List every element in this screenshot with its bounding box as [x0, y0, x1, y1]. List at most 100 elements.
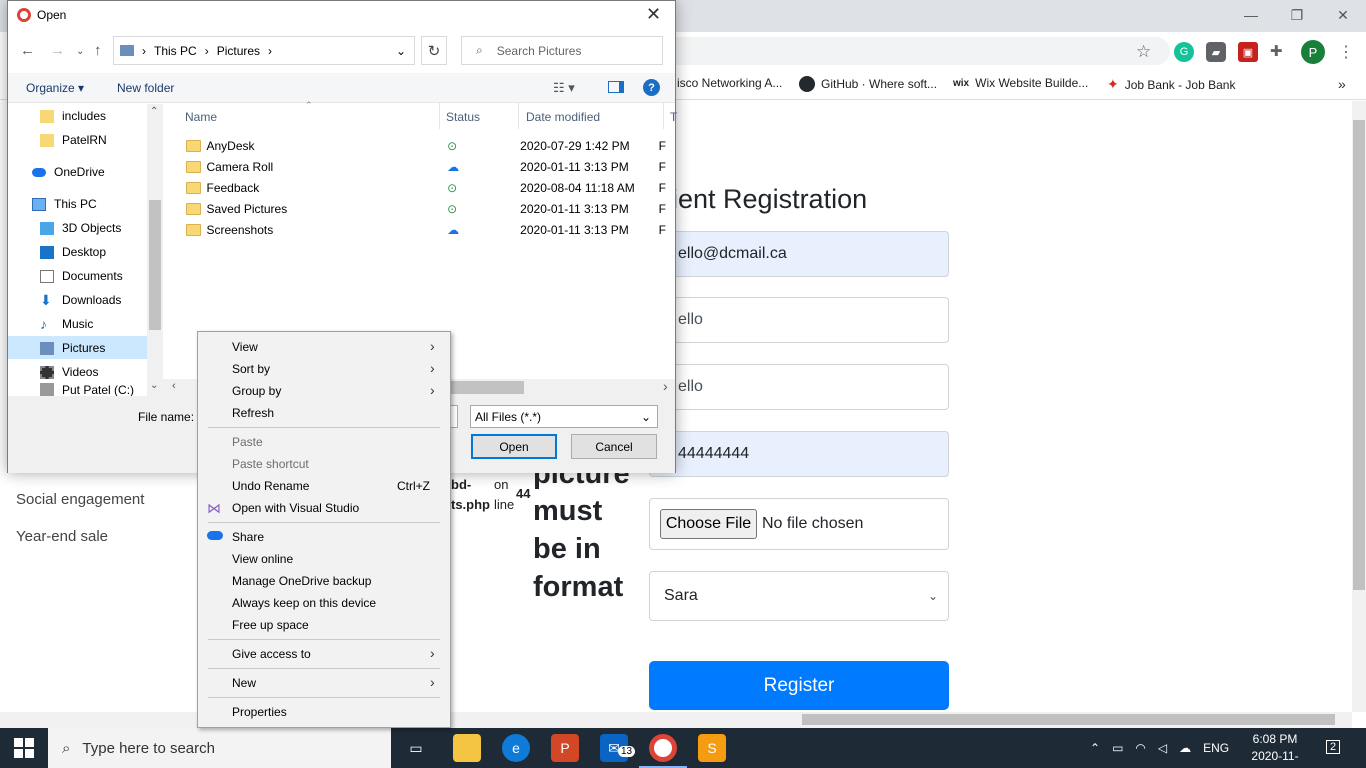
menu-item-always-keep[interactable]: Always keep on this device	[232, 596, 376, 610]
windows-start-icon[interactable]	[14, 738, 34, 758]
extension-2-icon[interactable]: ▣	[1238, 42, 1258, 62]
restore-button[interactable]: ❐	[1274, 0, 1320, 30]
nav-item-includes[interactable]: includes	[40, 105, 106, 127]
close-icon[interactable]: ✕	[646, 4, 661, 25]
column-header-type[interactable]: T	[670, 110, 677, 124]
cancel-button[interactable]: Cancel	[571, 434, 657, 459]
nav-item-desktop[interactable]: Desktop	[40, 241, 106, 263]
nav-item-pictures[interactable]: Pictures	[40, 337, 105, 359]
menu-item-view-online[interactable]: View online	[232, 552, 293, 566]
profile-avatar[interactable]: P	[1301, 40, 1325, 64]
column-separator[interactable]	[439, 103, 440, 129]
open-button[interactable]: Open	[471, 434, 557, 459]
new-folder-button[interactable]: New folder	[117, 81, 174, 95]
bookmarks-overflow-icon[interactable]: »	[1338, 76, 1346, 92]
menu-item-open-with-visual-studio[interactable]: Open with Visual Studio	[232, 501, 359, 515]
menu-item-paste-shortcut[interactable]: Paste shortcut	[232, 457, 309, 471]
wifi-icon[interactable]: ◠	[1135, 741, 1145, 755]
menu-item-give-access-to[interactable]: Give access to	[232, 647, 311, 661]
nav-item-videos[interactable]: Videos	[40, 361, 98, 383]
puzzle-icon[interactable]: ✚	[1270, 42, 1283, 60]
onedrive-cloud-icon[interactable]: ☁	[1179, 741, 1191, 755]
menu-item-undo-rename[interactable]: Undo Rename	[232, 479, 309, 493]
powerpoint-icon[interactable]: P	[551, 734, 579, 762]
star-icon[interactable]: ☆	[1136, 42, 1151, 62]
language-label[interactable]: ENG	[1203, 741, 1229, 755]
recent-dropdown-icon[interactable]: ⌄	[76, 46, 84, 57]
scroll-thumb[interactable]	[1353, 120, 1365, 590]
column-header-date[interactable]: Date modified	[526, 110, 600, 124]
file-type-select[interactable]: All Files (*.*) ⌄	[470, 405, 658, 428]
menu-item-free-up-space[interactable]: Free up space	[232, 618, 309, 632]
chevron-down-icon[interactable]: ⌄	[396, 44, 406, 58]
choose-file-button[interactable]: Choose File	[660, 509, 757, 539]
menu-item-sort-by[interactable]: Sort by	[232, 362, 270, 376]
nav-item-onedrive[interactable]: OneDrive	[32, 161, 105, 183]
battery-icon[interactable]: ▭	[1112, 741, 1123, 755]
scroll-thumb[interactable]	[450, 381, 524, 394]
edge-icon[interactable]: e	[502, 734, 530, 762]
grammarly-icon[interactable]: G	[1174, 42, 1194, 62]
task-view-icon[interactable]: ▭	[402, 734, 430, 762]
nav-item-this-pc[interactable]: This PC	[32, 193, 97, 215]
refresh-icon[interactable]: ↻	[421, 36, 447, 65]
bookmark-github[interactable]: GitHub · Where soft...	[799, 76, 937, 92]
nav-item-drive-c[interactable]: Put Patel (C:)	[40, 383, 134, 396]
scroll-left-icon[interactable]: ‹	[172, 380, 176, 392]
extension-icon[interactable]: ▰	[1206, 42, 1226, 62]
last-name-field[interactable]: ello	[649, 364, 949, 410]
scroll-down-icon[interactable]: ⌄	[150, 380, 158, 391]
nav-item-documents[interactable]: Documents	[40, 265, 123, 287]
menu-item-share[interactable]: Share	[232, 530, 264, 544]
scroll-right-icon[interactable]: ›	[663, 378, 668, 394]
menu-item-manage-onedrive-backup[interactable]: Manage OneDrive backup	[232, 574, 371, 588]
back-arrow-icon[interactable]: ←	[20, 42, 35, 59]
breadcrumb-pictures[interactable]: Pictures	[217, 44, 260, 58]
register-button[interactable]: Register	[649, 661, 949, 710]
breadcrumb-this-pc[interactable]: This PC	[154, 44, 197, 58]
file-row-camera-roll[interactable]: Camera Roll ☁ 2020-01-11 3:13 PM F	[186, 156, 666, 177]
bookmark-wix[interactable]: wix Wix Website Builde...	[953, 76, 1088, 90]
nav-item-patelrn[interactable]: PatelRN	[40, 129, 107, 151]
sublime-icon[interactable]: S	[698, 734, 726, 762]
dialog-address-bar[interactable]: › This PC › Pictures › ⌄	[113, 36, 415, 65]
file-row-screenshots[interactable]: Screenshots ☁ 2020-01-11 3:13 PM F	[186, 219, 666, 240]
menu-item-view[interactable]: View	[232, 340, 258, 354]
column-separator[interactable]	[518, 103, 519, 129]
help-icon[interactable]: ?	[643, 79, 660, 96]
scroll-thumb[interactable]	[802, 714, 1335, 725]
menu-item-refresh[interactable]: Refresh	[232, 406, 274, 420]
view-options-icon[interactable]: ☷ ▾	[553, 80, 575, 96]
file-row-saved-pictures[interactable]: Saved Pictures ⊙ 2020-01-11 3:13 PM F	[186, 198, 666, 219]
close-browser-button[interactable]: ✕	[1320, 0, 1366, 30]
file-row-anydesk[interactable]: AnyDesk ⊙ 2020-07-29 1:42 PM F	[186, 135, 666, 156]
column-separator[interactable]	[663, 103, 664, 129]
menu-icon[interactable]: ⋮	[1338, 42, 1354, 62]
nav-item-downloads[interactable]: ⬇ Downloads	[40, 289, 121, 311]
bookmark-cisco[interactable]: isco Networking A...	[677, 76, 782, 90]
taskbar-search[interactable]: ⌕ Type here to search	[48, 728, 391, 768]
scroll-up-icon[interactable]: ⌃	[150, 106, 158, 117]
user-select[interactable]: Sara ⌄	[649, 571, 949, 621]
side-link-social[interactable]: Social engagement	[16, 491, 144, 508]
scroll-thumb[interactable]	[149, 200, 161, 330]
email-field[interactable]: ello@dcmail.ca	[649, 231, 949, 277]
notification-icon[interactable]: 2	[1326, 740, 1341, 754]
volume-icon[interactable]: ◁	[1158, 741, 1167, 755]
clock[interactable]: 6:08 PM 2020-11-18	[1245, 731, 1305, 768]
menu-item-paste[interactable]: Paste	[232, 435, 263, 449]
first-name-field[interactable]: ello	[649, 297, 949, 343]
bookmark-jobbank[interactable]: ✦ Job Bank - Job Bank	[1107, 76, 1235, 93]
chevron-up-icon[interactable]: ⌃	[1090, 741, 1100, 755]
menu-item-new[interactable]: New	[232, 676, 256, 690]
nav-item-3d-objects[interactable]: 3D Objects	[40, 217, 121, 239]
menu-item-properties[interactable]: Properties	[232, 705, 287, 719]
file-row-feedback[interactable]: Feedback ⊙ 2020-08-04 11:18 AM F	[186, 177, 666, 198]
nav-item-music[interactable]: ♪ Music	[40, 313, 93, 335]
forward-arrow-icon[interactable]: →	[50, 42, 65, 59]
column-header-status[interactable]: Status	[446, 110, 480, 124]
column-header-name[interactable]: Name	[185, 110, 217, 124]
organize-button[interactable]: Organize ▾	[26, 81, 84, 95]
phone-field[interactable]: 44444444	[649, 431, 949, 477]
menu-item-group-by[interactable]: Group by	[232, 384, 281, 398]
